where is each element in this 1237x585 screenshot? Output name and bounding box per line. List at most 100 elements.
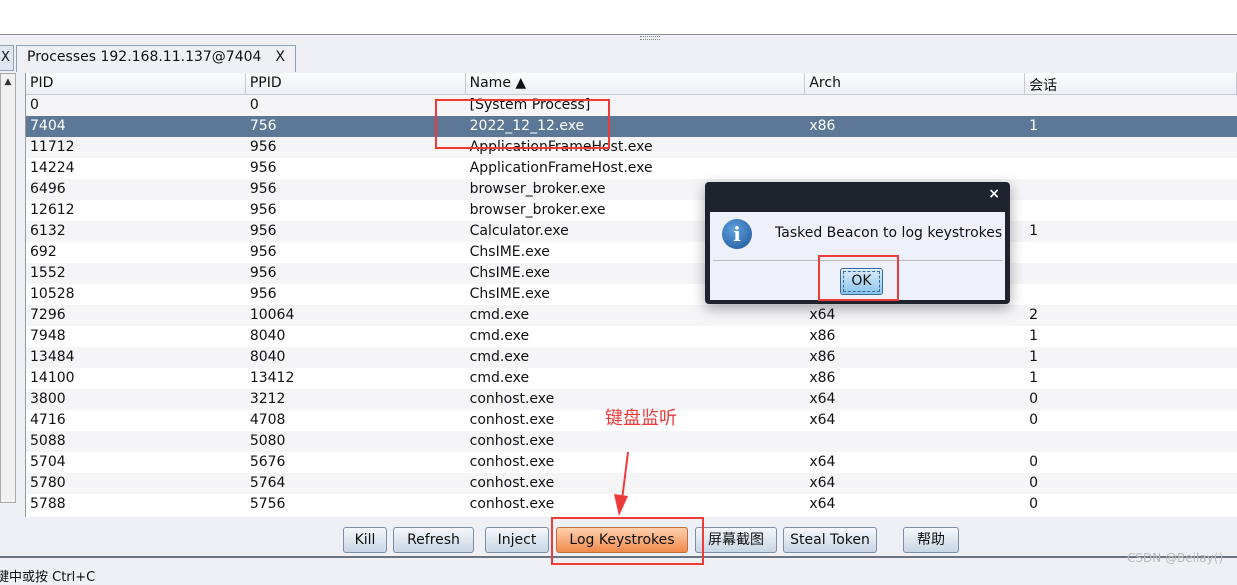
table-row[interactable]: 6132 956 Calculator.exe 1 [26,221,1237,242]
cell-session: 1 [1029,223,1039,239]
kill-button[interactable]: Kill [343,527,387,553]
table-row[interactable]: 7404 756 2022_12_12.exe x86 1 [26,116,1237,137]
cell-arch: x86 [809,370,836,386]
column-header-pid[interactable]: PID [26,73,246,94]
cell-pid: 692 [30,244,57,260]
steal-token-button[interactable]: Steal Token [783,527,877,553]
cell-ppid: 4708 [249,412,286,428]
cell-session: 1 [1029,118,1039,134]
table-row[interactable]: 14100 13412 cmd.exe x86 1 [26,368,1237,389]
annotation-arrow-icon [614,451,629,516]
cell-session: 1 [1029,349,1039,365]
cell-session: 0 [1029,391,1039,407]
table-row[interactable]: 7296 10064 cmd.exe x64 2 [26,305,1237,326]
cell-arch: x86 [809,328,836,344]
table-header: PID PPID Name ▲ Arch 会话 [26,73,1237,95]
table-row[interactable]: 5088 5080 conhost.exe [26,431,1237,452]
cell-arch: x64 [809,496,836,512]
table-row[interactable]: 6496 956 browser_broker.exe [26,179,1237,200]
info-icon: i [722,219,752,249]
cell-session: 0 [1029,454,1039,470]
cell-name: conhost.exe [469,454,555,470]
cell-ppid: 3212 [249,391,286,407]
highlight-box-process [435,99,610,149]
cell-pid: 5780 [30,475,66,491]
cell-pid: 3800 [30,391,66,407]
column-header-arch[interactable]: Arch [805,73,1026,94]
cell-session [1025,179,1237,200]
table-row[interactable]: 1552 956 ChsIME.exe [26,263,1237,284]
previous-tab[interactable]: X [0,45,14,71]
status-text: 键中或按 Ctrl+C [0,570,96,585]
cell-arch: x64 [809,307,836,323]
cell-arch [805,431,1025,452]
cell-ppid: 956 [249,139,277,155]
tab-title: Processes 192.168.11.137@7404 [27,49,262,65]
cell-ppid: 5676 [249,454,286,470]
cell-session [1025,95,1237,116]
screenshot-button[interactable]: 屏幕截图 [695,527,777,553]
table-row[interactable]: 14224 956 ApplicationFrameHost.exe [26,158,1237,179]
table-row[interactable]: 12612 956 browser_broker.exe [26,200,1237,221]
cell-session [1025,431,1237,452]
column-header-name[interactable]: Name ▲ [466,73,806,94]
cell-pid: 5704 [30,454,66,470]
table-row[interactable]: 7948 8040 cmd.exe x86 1 [26,326,1237,347]
dialog-close-button[interactable]: × [988,186,1000,202]
help-button[interactable]: 帮助 [903,527,959,553]
cell-ppid: 5080 [249,433,286,449]
cell-pid: 5788 [30,496,66,512]
cell-session [1025,242,1237,263]
cell-session [1025,263,1237,284]
cell-name: ApplicationFrameHost.exe [469,160,653,176]
cell-ppid: 8040 [249,328,286,344]
split-pane-handle[interactable] [640,36,660,40]
tab-close-button[interactable]: X [275,49,285,69]
cell-arch [805,158,1025,179]
refresh-button[interactable]: Refresh [393,527,474,553]
cell-ppid: 956 [249,286,277,302]
cell-session: 1 [1029,328,1039,344]
table-row[interactable]: 0 0 [System Process] [26,95,1237,116]
watermark: CSDN @Beilay() [1127,551,1224,565]
cell-session [1025,200,1237,221]
cell-session [1025,137,1237,158]
cell-ppid: 956 [249,160,277,176]
column-header-session[interactable]: 会话 [1025,73,1237,94]
cell-session: 1 [1029,370,1039,386]
table-row[interactable]: 11712 956 ApplicationFrameHost.exe [26,137,1237,158]
cell-name: cmd.exe [469,370,530,386]
scroll-up-arrow-icon[interactable]: ▲ [0,73,16,91]
cell-ppid: 956 [249,202,277,218]
cell-name: conhost.exe [469,475,555,491]
cell-ppid: 956 [249,244,277,260]
column-header-ppid[interactable]: PPID [246,73,466,94]
table-row[interactable]: 692 956 ChsIME.exe [26,242,1237,263]
cell-ppid: 13412 [249,370,295,386]
cell-pid: 0 [30,97,39,113]
cell-ppid: 5764 [249,475,286,491]
cell-ppid: 0 [249,97,259,113]
cell-pid: 1552 [30,265,66,281]
highlight-box-ok [818,255,899,301]
tab-processes[interactable]: Processes 192.168.11.137@7404 X [16,45,296,72]
cell-session: 0 [1029,412,1039,428]
table-row[interactable]: 13484 8040 cmd.exe x86 1 [26,347,1237,368]
dialog-message: Tasked Beacon to log keystrokes [775,225,1003,241]
annotation-label: 键盘监听 [605,408,677,429]
cell-arch: x64 [809,475,836,491]
cell-pid: 14100 [30,370,75,386]
cell-pid: 13484 [30,349,75,365]
cell-ppid: 5756 [249,496,286,512]
cell-session [1025,284,1237,305]
cell-name: cmd.exe [469,328,530,344]
cell-session: 2 [1029,307,1039,323]
cell-session [1025,158,1237,179]
inject-button[interactable]: Inject [485,527,549,553]
cell-pid: 5088 [30,433,66,449]
table-row[interactable]: 10528 956 ChsIME.exe [26,284,1237,305]
cell-name: cmd.exe [469,349,530,365]
prev-tab-label: X [1,50,10,65]
cell-pid: 7404 [30,118,66,134]
left-side-panel [0,73,16,503]
